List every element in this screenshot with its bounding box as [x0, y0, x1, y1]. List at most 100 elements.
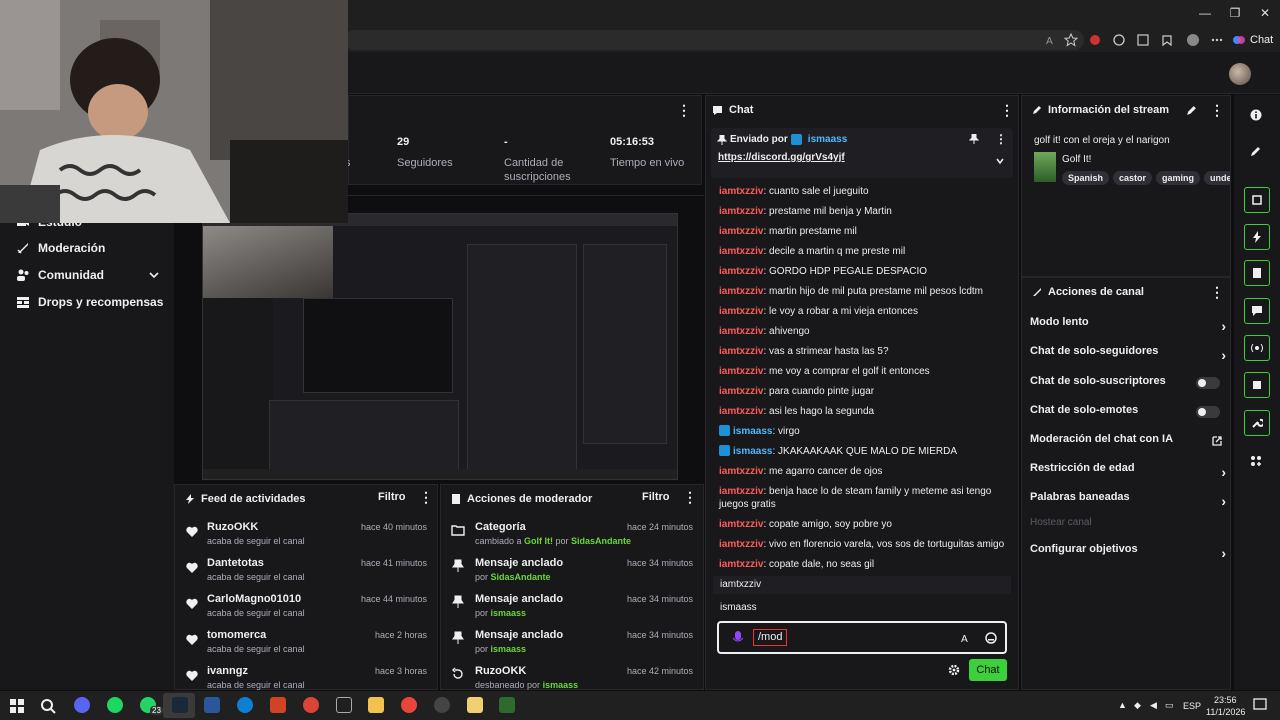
chat-username[interactable]: iamtxzziv [719, 266, 763, 277]
channel-action-item[interactable]: Chat de solo-seguidores › [1030, 345, 1226, 365]
battery-icon[interactable]: ▭ [1165, 700, 1174, 711]
channel-action-item[interactable]: Hostear canal [1030, 517, 1226, 537]
clock-time[interactable]: 23:56 [1214, 695, 1237, 705]
chat-message[interactable]: ismaass: JKAKAAKAAK QUE MALO DE MIERDA [719, 445, 1009, 458]
favorite-star-icon[interactable] [1064, 33, 1078, 47]
chat-input[interactable]: /mod A [717, 621, 1007, 654]
follower-name[interactable]: ivanngz [207, 665, 248, 677]
boost-button[interactable] [1244, 224, 1270, 250]
chat-username[interactable]: iamtxzziv [719, 246, 763, 257]
profile-icon[interactable] [1186, 33, 1200, 47]
chrome-alt-icon[interactable] [401, 697, 417, 713]
stream-preview-video[interactable] [202, 213, 678, 480]
emote-icon[interactable] [985, 632, 997, 644]
chat-message[interactable]: ismaass: virgo [719, 425, 1009, 438]
refresh-extension-icon[interactable] [1112, 33, 1126, 47]
chat-username[interactable]: iamtxzziv [719, 186, 763, 197]
sticky-notes-icon[interactable] [467, 697, 483, 713]
channel-action-item[interactable]: Chat de solo-emotes [1030, 404, 1226, 424]
chat-username[interactable]: iamtxzziv [719, 559, 763, 570]
favorites-icon[interactable] [1160, 33, 1174, 47]
pinned-more-icon[interactable]: ⋮ [995, 132, 1007, 146]
chat-message[interactable]: iamtxzziv: ahivengo [719, 325, 1009, 338]
chat-username[interactable]: iamtxzziv [719, 306, 763, 317]
info-icon[interactable] [1250, 109, 1262, 121]
extension-icon[interactable] [1088, 33, 1102, 47]
chat-username[interactable]: iamtxzziv [719, 406, 763, 417]
stream-tag[interactable]: under [1204, 171, 1230, 185]
obs-icon[interactable] [434, 697, 450, 713]
discord-icon[interactable] [74, 697, 90, 713]
channel-actions-more-icon[interactable]: ⋮ [1210, 284, 1224, 301]
channel-action-item[interactable]: Palabras baneadas › [1030, 491, 1226, 511]
steam-icon[interactable] [172, 697, 188, 713]
mod-action-user[interactable]: SidasAndante [571, 536, 631, 546]
channel-action-item[interactable]: Moderación del chat con IA [1030, 433, 1226, 453]
chat-message[interactable]: iamtxzziv: martin hijo de mil puta prest… [719, 285, 1009, 298]
chat-message[interactable]: iamtxzziv: GORDO HDP PEGALE DESPACIO [719, 265, 1009, 278]
chat-username[interactable]: iamtxzziv [719, 326, 763, 337]
activity-feed-item[interactable]: CarloMagno01010 acaba de seguir el canal h… [175, 591, 435, 627]
add-action-icon[interactable] [1250, 455, 1262, 467]
activity-feed-item[interactable]: RuzoOKK acaba de seguir el canal hace 40 m… [175, 519, 435, 555]
split-screen-icon[interactable] [1136, 33, 1150, 47]
chat-message[interactable]: iamtxzziv: benja hace lo de steam family… [719, 485, 1009, 511]
sidebar-item-drops[interactable]: Drops y recompensas [16, 295, 163, 309]
mention-suggestion-2[interactable]: ismaass [720, 602, 757, 613]
mod-filter-button[interactable]: Filtro [642, 491, 670, 503]
mod-action-user[interactable]: SidasAndante [491, 572, 551, 582]
chat-message[interactable]: iamtxzziv: para cuando pinte jugar [719, 385, 1009, 398]
search-icon[interactable] [40, 698, 56, 714]
channel-action-item[interactable]: Configurar objetivos › [1030, 543, 1226, 563]
chat-message[interactable]: iamtxzziv: le voy a robar a mi vieja ent… [719, 305, 1009, 318]
chat-username[interactable]: iamtxzziv [719, 519, 763, 530]
stream-tag[interactable]: Spanish [1062, 171, 1110, 185]
epic-icon[interactable] [336, 697, 352, 713]
chat-username[interactable]: iamtxzziv [719, 226, 763, 237]
more-icon[interactable] [1210, 33, 1224, 47]
follower-name[interactable]: CarloMagno01010 [207, 593, 301, 605]
minimize-button[interactable]: — [1198, 6, 1212, 20]
mod-action-user[interactable]: ismaass [543, 680, 579, 690]
microphone-icon[interactable] [732, 631, 744, 645]
spotify-icon[interactable] [107, 697, 123, 713]
activity-feed-item[interactable]: Dantetotas acaba de seguir el canal hace 4… [175, 555, 435, 591]
gear-icon[interactable] [948, 664, 960, 676]
channel-action-item[interactable]: Restricción de edad › [1030, 462, 1226, 482]
chat-username[interactable]: iamtxzziv [719, 206, 763, 217]
chat-message[interactable]: iamtxzziv: vas a strimear hasta las 5? [719, 345, 1009, 358]
edge-icon[interactable] [237, 697, 253, 713]
channel-action-item[interactable]: Modo lento › [1030, 316, 1226, 336]
mod-action-item[interactable]: Mensaje anclado por ismaass hace 34 minuto… [441, 591, 703, 627]
chat-message[interactable]: iamtxzziv: prestame mil benja y Martin [719, 205, 1009, 218]
send-chat-button[interactable]: Chat [969, 659, 1007, 681]
volume-icon[interactable]: ◀ [1150, 700, 1157, 711]
category-boxart[interactable] [1034, 152, 1056, 182]
pencil-icon[interactable] [1250, 145, 1262, 157]
chat-username[interactable]: ismaass [733, 446, 772, 457]
stream-tag[interactable]: castor [1113, 171, 1153, 185]
notifications-icon[interactable] [1253, 698, 1267, 712]
chevron-down-icon[interactable] [148, 269, 160, 281]
chat-message[interactable]: iamtxzziv: decile a martin q me preste m… [719, 245, 1009, 258]
chat-message[interactable]: iamtxzziv: me agarro cancer de ojos [719, 465, 1009, 478]
address-bar[interactable] [344, 30, 1084, 50]
mod-action-user[interactable]: ismaass [491, 644, 527, 654]
mod-action-item[interactable]: Categoría cambiado a Golf It! por SidasAn… [441, 519, 703, 555]
stream-category[interactable]: Golf It! [1062, 154, 1091, 165]
mod-action-item[interactable]: Mensaje anclado por SidasAndante hace 34 m… [441, 555, 703, 591]
chat-message[interactable]: iamtxzziv: martin prestame mil [719, 225, 1009, 238]
mod-action-user[interactable]: ismaass [491, 608, 527, 618]
clip-button[interactable] [1244, 187, 1270, 213]
chevron-down-icon[interactable] [995, 156, 1005, 166]
language-indicator[interactable]: ESP [1183, 701, 1201, 711]
chat-message[interactable]: iamtxzziv: copate amigo, soy pobre yo [719, 518, 1009, 531]
mod-more-icon[interactable]: ⋮ [683, 489, 697, 506]
mention-suggestion-1[interactable]: iamtxzziv [720, 579, 761, 590]
translate-icon[interactable]: A [961, 632, 973, 644]
toggle-switch[interactable] [1196, 377, 1220, 389]
chat-message[interactable]: iamtxzziv: vivo en florencio varela, vos… [719, 538, 1009, 551]
chat-message[interactable]: iamtxzziv: cuanto sale el jueguito [719, 185, 1009, 198]
mod-action-item[interactable]: Mensaje anclado por ismaass hace 34 minuto… [441, 627, 703, 663]
follower-name[interactable]: RuzoOKK [207, 521, 258, 533]
